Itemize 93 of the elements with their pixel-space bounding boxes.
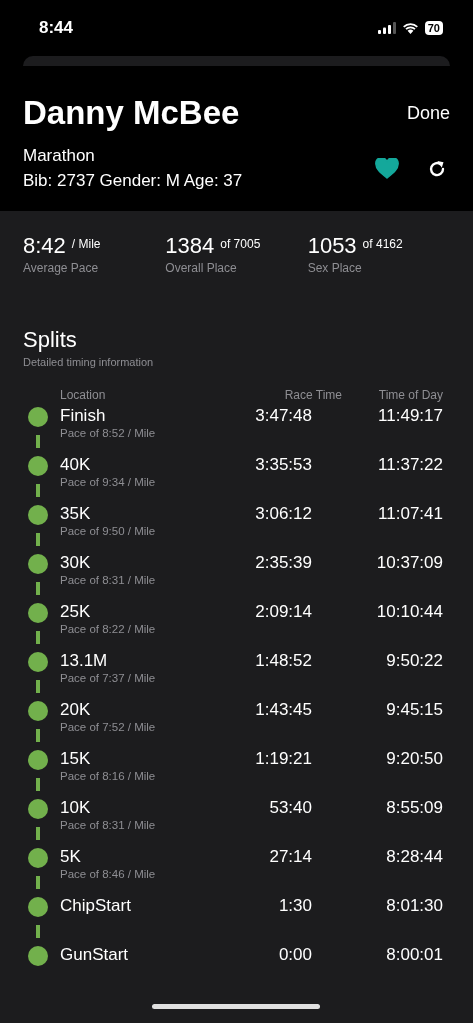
- time-of-day: 8:28:44: [312, 847, 443, 867]
- race-time: 3:06:12: [254, 504, 312, 524]
- heart-icon[interactable]: [375, 158, 399, 179]
- split-pace: Pace of 8:31 / Mile: [60, 819, 157, 831]
- race-time: 1:43:45: [254, 700, 312, 720]
- split-pace: Pace of 9:50 / Mile: [60, 525, 157, 537]
- column-header: Race Time: [283, 388, 342, 402]
- timeline-dot: [28, 603, 48, 623]
- timeline-dot: [28, 897, 48, 917]
- time-of-day: 10:10:44: [312, 602, 443, 622]
- stat-unit: of 4162: [362, 237, 403, 251]
- timeline-connector: [36, 533, 40, 546]
- split-location: 30K: [60, 553, 92, 573]
- column-header: Location: [60, 388, 106, 402]
- time-of-day: 8:01:30: [312, 896, 443, 916]
- split-location: 15K: [60, 749, 92, 769]
- split-pace: Pace of 8:31 / Mile: [60, 574, 157, 586]
- split-location: 5K: [60, 847, 82, 867]
- battery-level: 70: [424, 21, 443, 35]
- timeline-connector: [36, 925, 40, 938]
- status-time: 8:44: [39, 18, 74, 38]
- section-subtitle: Detailed timing information: [23, 356, 155, 368]
- race-time: 27:14: [268, 847, 312, 867]
- split-location: 13.1M: [60, 651, 109, 671]
- timeline-connector: [36, 435, 40, 448]
- timeline-connector: [36, 680, 40, 693]
- done-button[interactable]: Done: [406, 102, 450, 124]
- split-pace: Pace of 7:37 / Mile: [60, 672, 157, 684]
- time-of-day: 11:07:41: [312, 504, 443, 524]
- runner-name: Danny McBee: [23, 94, 240, 132]
- race-time: 3:35:53: [254, 455, 312, 475]
- timeline-connector: [36, 729, 40, 742]
- timeline-dot: [28, 407, 48, 427]
- race-time: 2:09:14: [254, 602, 312, 622]
- split-location: 35K: [60, 504, 92, 524]
- stat-label: Overall Place: [165, 261, 238, 275]
- timeline-connector: [36, 778, 40, 791]
- split-pace: Pace of 7:52 / Mile: [60, 721, 157, 733]
- event-name: Marathon: [23, 146, 96, 166]
- refresh-icon[interactable]: [427, 158, 447, 179]
- stat-label: Average Pace: [23, 261, 100, 275]
- split-location: Finish: [60, 406, 107, 426]
- stat-value: 1053: [307, 233, 357, 259]
- split-pace: Pace of 8:16 / Mile: [60, 770, 157, 782]
- split-pace: Pace of 9:34 / Mile: [60, 476, 157, 488]
- stat-unit: / Mile: [71, 237, 101, 251]
- split-pace: Pace of 8:22 / Mile: [60, 623, 157, 635]
- timeline-dot: [28, 799, 48, 819]
- stat-label: Sex Place: [307, 261, 363, 275]
- section-title: Splits: [23, 327, 78, 353]
- split-location: ChipStart: [60, 896, 132, 916]
- race-time: 2:35:39: [254, 553, 312, 573]
- timeline-dot: [28, 554, 48, 574]
- timeline-dot: [28, 750, 48, 770]
- column-header: Time of Day: [377, 388, 444, 402]
- race-time: 1:19:21: [254, 749, 312, 769]
- race-time: 1:48:52: [254, 651, 312, 671]
- runner-details: Bib: 2737 Gender: M Age: 37: [23, 171, 243, 191]
- stat-unit: of 7005: [220, 237, 261, 251]
- time-of-day: 9:50:22: [312, 651, 443, 671]
- time-of-day: 9:20:50: [312, 749, 443, 769]
- time-of-day: 10:37:09: [312, 553, 443, 573]
- split-location: 25K: [60, 602, 92, 622]
- time-of-day: 11:37:22: [312, 455, 443, 475]
- stat-value: 8:42: [23, 233, 66, 259]
- timeline-dot: [28, 946, 48, 966]
- race-time: 3:47:48: [254, 406, 312, 426]
- timeline-connector: [36, 484, 40, 497]
- stat-value: 1384: [165, 233, 215, 259]
- timeline-dot: [28, 701, 48, 721]
- time-of-day: 11:49:17: [312, 406, 443, 426]
- race-time: 53:40: [268, 798, 312, 818]
- timeline-dot: [28, 505, 48, 525]
- timeline-dot: [28, 456, 48, 476]
- signal-icon: [377, 22, 396, 34]
- wifi-icon: [401, 22, 419, 34]
- timeline-connector: [36, 876, 40, 889]
- race-time: 1:30: [277, 896, 312, 916]
- split-location: 40K: [60, 455, 92, 475]
- timeline-connector: [36, 582, 40, 595]
- race-time: 0:00: [277, 945, 312, 965]
- time-of-day: 8:00:01: [312, 945, 443, 965]
- timeline-dot: [28, 652, 48, 672]
- timeline-dot: [28, 848, 48, 868]
- time-of-day: 8:55:09: [312, 798, 443, 818]
- split-location: GunStart: [60, 945, 130, 965]
- split-pace: Pace of 8:46 / Mile: [60, 868, 157, 880]
- timeline-connector: [36, 827, 40, 840]
- split-pace: Pace of 8:52 / Mile: [60, 427, 157, 439]
- timeline-connector: [36, 631, 40, 644]
- split-location: 10K: [60, 798, 92, 818]
- time-of-day: 9:45:15: [312, 700, 443, 720]
- split-location: 20K: [60, 700, 92, 720]
